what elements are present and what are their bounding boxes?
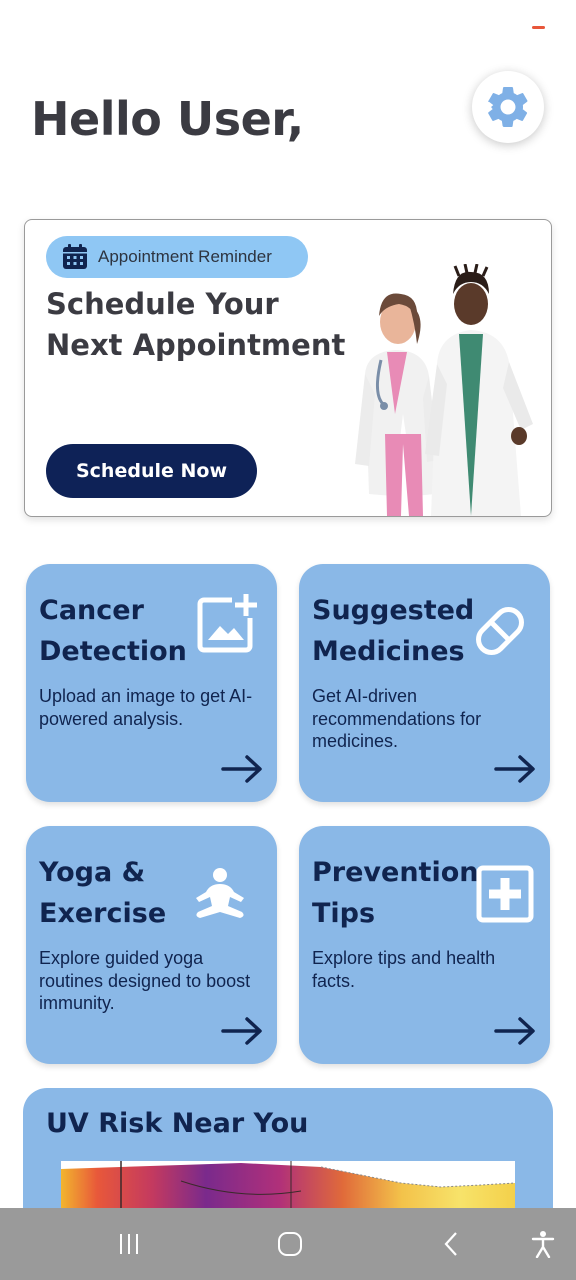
appointment-card: Appointment Reminder Schedule Your Next … bbox=[24, 219, 552, 517]
pill-icon bbox=[476, 607, 524, 655]
arrow-right-icon[interactable] bbox=[494, 754, 536, 784]
calendar-icon bbox=[63, 244, 87, 269]
greeting-title: Hello User, bbox=[31, 92, 304, 146]
accessibility-icon bbox=[531, 1231, 555, 1258]
appointment-title: Schedule Your Next Appointment bbox=[46, 287, 346, 362]
yoga-exercise-card[interactable]: Yoga & Exercise Explore guided yoga rout… bbox=[26, 826, 277, 1064]
settings-button[interactable] bbox=[472, 71, 544, 143]
arrow-right-icon[interactable] bbox=[221, 754, 263, 784]
cancer-detection-card[interactable]: Cancer Detection Upload an image to get … bbox=[26, 564, 277, 802]
home-screen: Hello User, Appointment Reminder Schedul… bbox=[0, 0, 576, 1280]
card-title: Suggested Medicines bbox=[312, 595, 475, 667]
card-description: Get AI-driven recommendations for medici… bbox=[312, 686, 482, 751]
recent-apps-button[interactable] bbox=[109, 1226, 149, 1262]
gear-icon bbox=[487, 86, 528, 127]
card-title: Cancer Detection bbox=[39, 595, 187, 667]
prevention-tips-card[interactable]: Prevention Tips Explore tips and health … bbox=[299, 826, 550, 1064]
suggested-medicines-card[interactable]: Suggested Medicines Get AI-driven recomm… bbox=[299, 564, 550, 802]
status-indicator bbox=[532, 26, 545, 29]
back-button[interactable] bbox=[432, 1226, 472, 1262]
add-image-icon bbox=[197, 592, 260, 653]
accessibility-button[interactable] bbox=[523, 1226, 563, 1262]
card-description: Explore guided yoga routines designed to… bbox=[39, 948, 251, 1013]
arrow-right-icon[interactable] bbox=[221, 1016, 263, 1046]
appointment-reminder-badge: Appointment Reminder bbox=[46, 236, 308, 278]
uv-risk-title: UV Risk Near You bbox=[46, 1108, 309, 1139]
card-title: Prevention Tips bbox=[312, 857, 479, 929]
appointment-reminder-label: Appointment Reminder bbox=[98, 247, 272, 266]
medical-cross-icon bbox=[476, 865, 534, 923]
recent-apps-icon bbox=[120, 1234, 138, 1254]
doctors-illustration bbox=[355, 264, 533, 516]
arrow-right-icon[interactable] bbox=[494, 1016, 536, 1046]
home-icon bbox=[278, 1232, 302, 1256]
back-icon bbox=[444, 1232, 457, 1256]
card-title: Yoga & Exercise bbox=[39, 857, 167, 929]
card-description: Explore tips and health facts. bbox=[312, 948, 496, 991]
meditation-icon bbox=[196, 868, 244, 918]
home-button[interactable] bbox=[270, 1226, 310, 1262]
card-description: Upload an image to get AI-powered analys… bbox=[39, 686, 253, 729]
schedule-now-button[interactable]: Schedule Now bbox=[46, 444, 257, 498]
system-navigation-bar bbox=[0, 1208, 576, 1280]
